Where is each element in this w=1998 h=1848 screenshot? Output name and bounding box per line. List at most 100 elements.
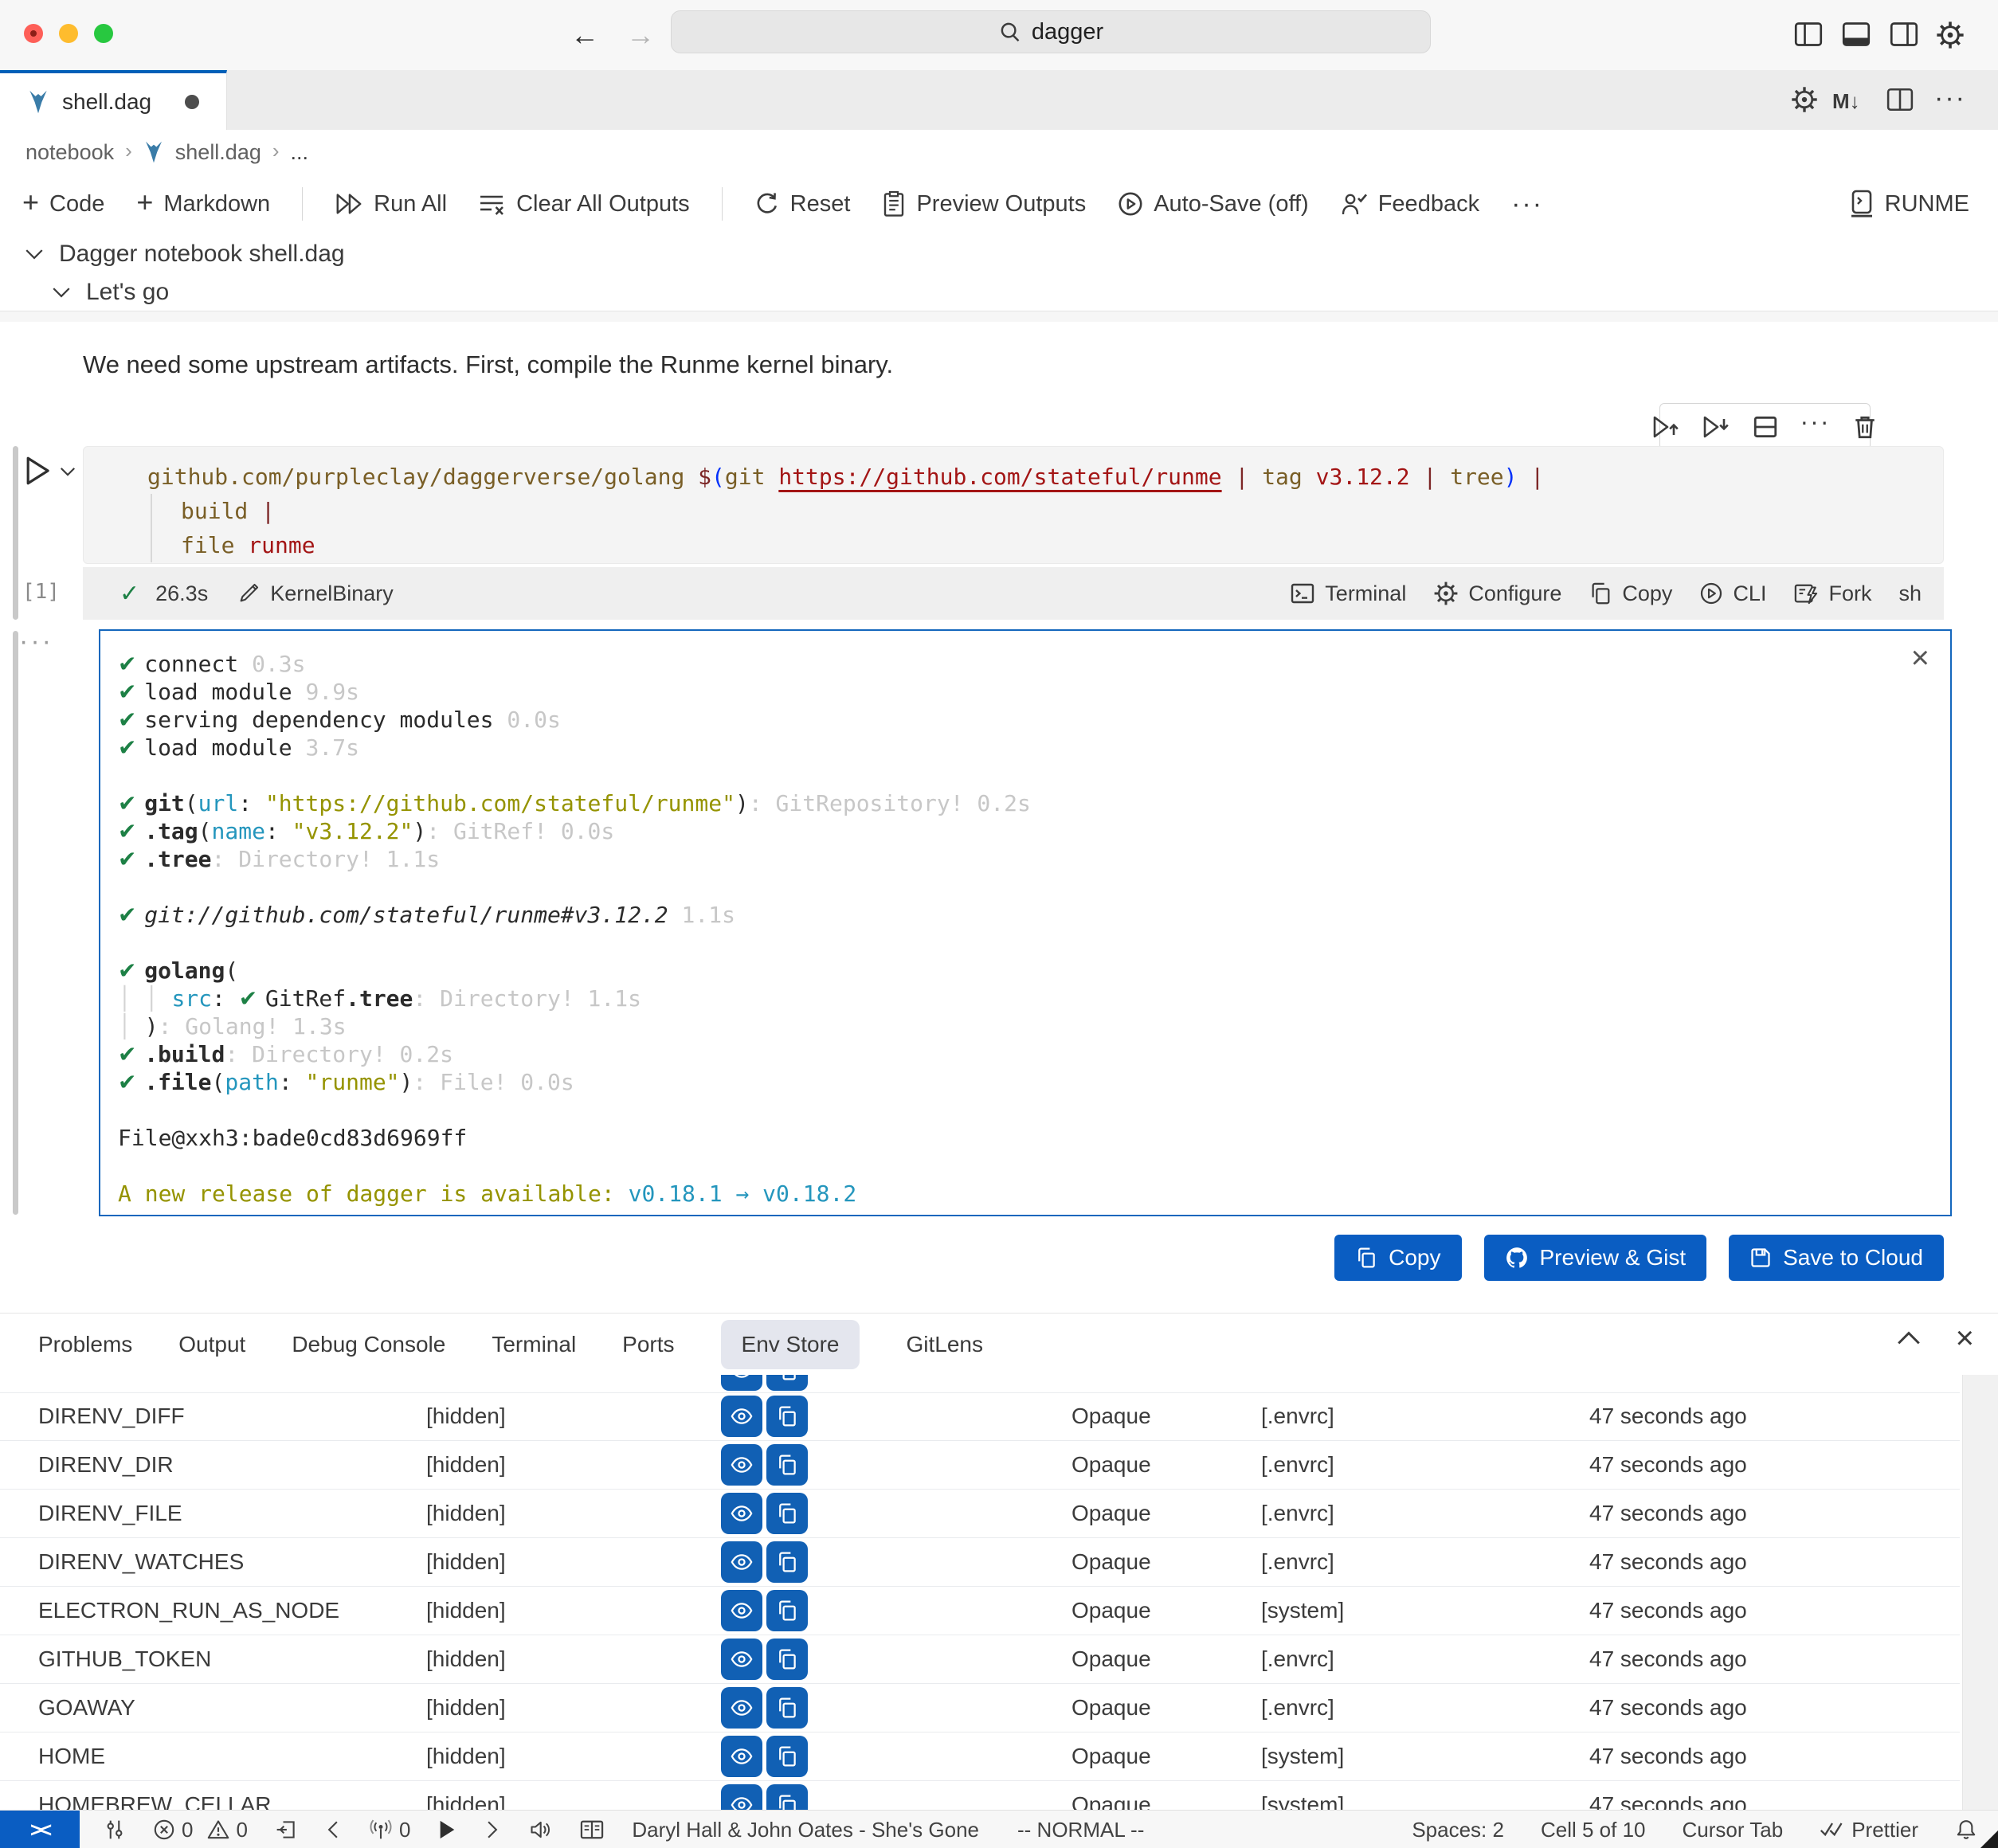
notifications-bell-icon[interactable] [1955, 1819, 1977, 1841]
cell-position[interactable]: Cell 5 of 10 [1541, 1818, 1646, 1842]
toolbar-more-actions[interactable]: ··· [1511, 189, 1543, 220]
copy-cell-button[interactable]: Copy [1589, 581, 1672, 606]
breadcrumb-folder[interactable]: notebook [25, 140, 114, 165]
reveal-value-button[interactable] [721, 1493, 762, 1534]
panel-tab-env-store[interactable]: Env Store [721, 1320, 860, 1369]
reveal-value-button[interactable] [721, 1639, 762, 1680]
cell-name-button[interactable]: KernelBinary [237, 581, 394, 606]
runme-button[interactable]: RUNME [1849, 190, 1969, 218]
panel-tab-debug-console[interactable]: Debug Console [292, 1332, 445, 1357]
modified-dot-icon[interactable] [185, 95, 199, 109]
reset-button[interactable]: Reset [754, 191, 851, 217]
cli-button[interactable]: CLI [1699, 581, 1766, 606]
double-check-icon [1820, 1819, 1845, 1840]
panel-tab-terminal[interactable]: Terminal [492, 1332, 576, 1357]
problems-errors[interactable]: 0 0 [153, 1818, 248, 1842]
split-cell-icon[interactable] [1752, 413, 1779, 440]
tab-shell-dag[interactable]: shell.dag [0, 70, 227, 130]
copy-value-button[interactable] [766, 1493, 808, 1534]
cell-more-actions-icon[interactable]: ··· [1800, 407, 1831, 437]
remote-indicator[interactable]: >< [0, 1811, 80, 1848]
copy-value-button[interactable] [766, 1590, 808, 1631]
delete-cell-icon[interactable] [1851, 413, 1879, 440]
close-window-button[interactable] [24, 24, 43, 43]
terminal-button[interactable]: Terminal [1290, 581, 1406, 606]
settings-gear-icon[interactable] [1936, 21, 1965, 49]
add-markdown-cell-button[interactable]: +Markdown [136, 190, 270, 218]
copy-value-button[interactable] [766, 1444, 808, 1486]
run-cell-button[interactable] [21, 454, 54, 487]
run-all-button[interactable]: Run All [335, 191, 447, 217]
fork-button[interactable]: Fork [1793, 581, 1871, 606]
reveal-value-button[interactable] [721, 1375, 762, 1391]
split-editor-icon[interactable] [1886, 86, 1914, 113]
cell-language[interactable]: sh [1898, 581, 1922, 606]
clear-all-outputs-button[interactable]: Clear All Outputs [479, 191, 690, 217]
back-icon[interactable]: ← [570, 0, 599, 70]
execute-below-icon[interactable] [1702, 413, 1730, 440]
run-options-chevron-icon[interactable] [59, 465, 76, 478]
command-center-search[interactable]: dagger [671, 10, 1431, 53]
reveal-value-button[interactable] [721, 1784, 762, 1810]
forwarded-ports[interactable]: 0 [369, 1818, 410, 1842]
exit-session-icon[interactable] [275, 1819, 297, 1841]
notebook-settings-gear-icon[interactable] [1791, 86, 1818, 113]
preview-outputs-button[interactable]: Preview Outputs [882, 190, 1086, 217]
copy-value-button[interactable] [766, 1541, 808, 1583]
panel-maximize-chevron-icon[interactable] [1895, 1329, 1922, 1348]
subsection-header[interactable]: Let's go [0, 274, 1998, 311]
indentation-setting[interactable]: Spaces: 2 [1412, 1818, 1504, 1842]
panel-close-icon[interactable]: × [1956, 1329, 1974, 1348]
navigate-back-icon[interactable] [324, 1819, 342, 1840]
volume-icon[interactable] [528, 1819, 552, 1841]
markdown-preview-icon[interactable]: M↓ [1832, 89, 1860, 114]
copy-value-button[interactable] [766, 1687, 808, 1729]
minimize-window-button[interactable] [59, 24, 78, 43]
reveal-value-button[interactable] [721, 1736, 762, 1777]
breadcrumb-cell[interactable]: ... [291, 140, 309, 165]
execute-above-icon[interactable] [1651, 413, 1680, 440]
output-collapse-icon[interactable]: ··· [19, 626, 53, 657]
panel-tab-output[interactable]: Output [178, 1332, 245, 1357]
configure-button[interactable]: Configure [1433, 581, 1561, 606]
reveal-value-button[interactable] [721, 1687, 762, 1729]
now-playing-track[interactable]: Daryl Hall & John Oates - She's Gone [632, 1818, 979, 1842]
save-to-cloud-button[interactable]: Save to Cloud [1729, 1235, 1944, 1281]
copy-value-button[interactable] [766, 1375, 808, 1391]
autosave-toggle-button[interactable]: Auto-Save (off) [1118, 191, 1309, 217]
toggle-primary-sidebar-icon[interactable] [1794, 21, 1823, 48]
play-track-icon[interactable] [437, 1819, 456, 1840]
reveal-value-button[interactable] [721, 1444, 762, 1486]
panel-tab-gitlens[interactable]: GitLens [906, 1332, 983, 1357]
close-output-icon[interactable]: × [1911, 642, 1929, 674]
copy-value-button[interactable] [766, 1736, 808, 1777]
copy-value-button[interactable] [766, 1396, 808, 1437]
toggle-panel-icon[interactable] [1842, 21, 1871, 48]
prettier-status[interactable]: Prettier [1820, 1818, 1918, 1842]
panel-tab-problems[interactable]: Problems [38, 1332, 132, 1357]
code-cell[interactable]: github.com/purpleclay/daggerverse/golang… [83, 446, 1944, 564]
zoom-window-button[interactable] [94, 24, 113, 43]
editor-more-actions-icon[interactable]: ··· [1934, 83, 1966, 114]
copy-output-button[interactable]: Copy [1334, 1235, 1461, 1281]
reader-icon[interactable] [579, 1819, 605, 1841]
breadcrumb-file[interactable]: shell.dag [175, 140, 261, 165]
vim-mode[interactable]: -- NORMAL -- [1017, 1818, 1144, 1842]
copy-value-button[interactable] [766, 1639, 808, 1680]
reveal-value-button[interactable] [721, 1541, 762, 1583]
forward-icon[interactable]: → [626, 0, 655, 70]
preview-gist-button[interactable]: Preview & Gist [1484, 1235, 1707, 1281]
add-code-cell-button[interactable]: +Code [22, 190, 104, 218]
copy-value-button[interactable] [766, 1784, 808, 1810]
section-header[interactable]: Dagger notebook shell.dag [0, 236, 1998, 272]
table-scrollbar[interactable] [1962, 1375, 1998, 1810]
reveal-value-button[interactable] [721, 1590, 762, 1631]
navigate-forward-icon[interactable] [484, 1819, 501, 1840]
env-source: [.envrc] [1261, 1549, 1334, 1575]
cursor-tab-setting[interactable]: Cursor Tab [1683, 1818, 1784, 1842]
reveal-value-button[interactable] [721, 1396, 762, 1437]
panel-tab-ports[interactable]: Ports [622, 1332, 674, 1357]
feedback-button[interactable]: Feedback [1341, 191, 1479, 217]
toggle-secondary-sidebar-icon[interactable] [1890, 21, 1918, 48]
tweaks-icon[interactable] [104, 1819, 126, 1841]
